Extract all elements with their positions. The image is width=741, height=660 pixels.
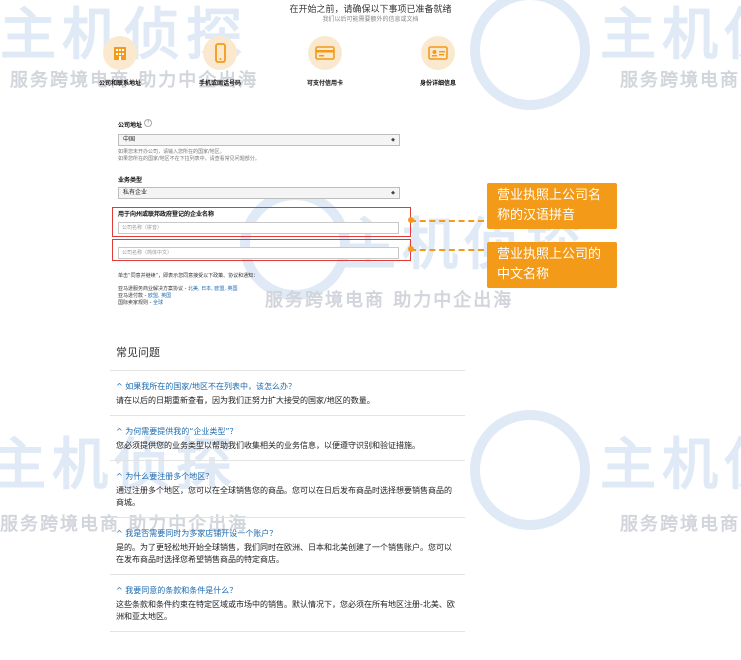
step-label: 公司和联系地址 — [98, 80, 141, 87]
step-company-address: 公司和联系地址 — [80, 36, 160, 87]
step-credit-card: 可支付信用卡 — [285, 36, 365, 87]
business-type-label: 业务类型 — [118, 177, 143, 184]
chevron-up-icon: ^ — [116, 529, 126, 538]
company-address-section: 公司地址? — [118, 112, 408, 131]
faq-question[interactable]: ^ 为何需要提供我的“企业类型”？ — [116, 426, 459, 437]
watermark-brand-bottom-right: 主机侦探 — [600, 433, 741, 498]
connector-dot-chinese — [408, 246, 414, 252]
connector-dot-pinyin — [408, 217, 414, 223]
agreement-3-links[interactable]: 全球 — [153, 300, 163, 306]
faq-question[interactable]: ^ 我要同意的条款和条件是什么？ — [116, 585, 459, 596]
company-address-select[interactable]: 中国 ◆ — [118, 134, 400, 146]
business-type-value: 私有企业 — [123, 189, 148, 196]
business-type-select[interactable]: 私有企业 ◆ — [118, 187, 400, 199]
faq-answer: 您必须提供您的业务类型以帮助我们收集相关的业务信息，以便遵守识别和验证措施。 — [116, 441, 420, 450]
connector-pinyin — [410, 220, 484, 222]
callout-chinese: 营业执照上公司的中文名称 — [487, 242, 617, 288]
faq-answer: 是的。为了更轻松地开始全球销售，我们同时在欧洲、日本和北美创建了一个销售账户。您… — [116, 543, 452, 564]
agreement-1-prefix: 亚马逊服务商业解决方案协议 - — [118, 286, 188, 292]
faq-question-text: 为什么要注册多个地区？ — [125, 472, 214, 481]
agreement-text: 单击“同意并继续”，即表示您同意接受以下政策、协议和通知： — [118, 273, 259, 279]
chevron-up-icon: ^ — [116, 586, 126, 595]
agreement-1-links[interactable]: 北美, 日本, 欧盟, 英国 — [188, 286, 238, 292]
chevron-up-icon: ^ — [116, 472, 126, 481]
faq-question[interactable]: ^ 我是否需要同时为多家店铺开设一个账户？ — [116, 528, 459, 539]
agreement-line-3: 国际卖家规则 - 全球 — [118, 300, 408, 307]
watermark-logo-bottom-right — [470, 410, 590, 530]
faq-item[interactable]: ^ 我是否需要同时为多家店铺开设一个账户？ 是的。为了更轻松地开始全球销售，我们… — [110, 518, 465, 575]
highlight-pinyin-field — [112, 207, 411, 237]
connector-chinese — [410, 249, 484, 251]
step-label: 手机或固话号码 — [198, 80, 241, 87]
agreement-3-prefix: 国际卖家规则 - — [118, 300, 153, 306]
select-arrow-icon: ◆ — [391, 190, 395, 196]
faq-answer: 这些条款和条件约束在特定区域或市场中的销售。默认情况下，您必须在所有地区注册-北… — [116, 600, 455, 621]
id-card-icon — [421, 36, 455, 70]
agreement-line-1: 亚马逊服务商业解决方案协议 - 北美, 日本, 欧盟, 英国 — [118, 286, 408, 293]
company-address-value: 中国 — [123, 136, 136, 143]
faq-question[interactable]: ^ 为什么要注册多个地区？ — [116, 471, 459, 482]
watermark-slogan-bottom-right: 服务跨境电商 助力中企出海 — [620, 514, 741, 535]
faq-question-text: 如果我所在的国家/地区不在列表中，该怎么办？ — [125, 382, 296, 391]
requirements-steps: 公司和联系地址 手机或固话号码 可支付信用卡 身份详细信息 — [80, 36, 480, 96]
faq-item[interactable]: ^ 我要同意的条款和条件是什么？ 这些条款和条件约束在特定区域或市场中的销售。默… — [110, 575, 465, 632]
building-icon — [103, 36, 137, 70]
faq-answer: 请在以后的日期重新查看，因为我们正努力扩大接受的国家/地区的数量。 — [116, 396, 375, 405]
faq-answer: 通过注册多个地区，您可以在全球销售您的商品。您可以在日后发布商品时选择想要销售商… — [116, 486, 452, 507]
faq-section: 常见问题 ^ 如果我所在的国家/地区不在列表中，该怎么办？ 请在以后的日期重新查… — [110, 336, 465, 632]
company-address-label: 公司地址 — [118, 122, 143, 129]
watermark-slogan-top-right: 服务跨境电商 助力中企出海 — [620, 70, 741, 91]
select-arrow-icon: ◆ — [391, 137, 395, 143]
step-identity: 身份详细信息 — [398, 36, 478, 87]
credit-card-icon — [308, 36, 342, 70]
faq-item[interactable]: ^ 为什么要注册多个地区？ 通过注册多个地区，您可以在全球销售您的商品。您可以在… — [110, 461, 465, 518]
chevron-up-icon: ^ — [116, 427, 126, 436]
step-phone: 手机或固话号码 — [180, 36, 260, 87]
highlight-chinese-field — [112, 239, 411, 261]
faq-question-text: 我是否需要同时为多家店铺开设一个账户？ — [125, 529, 278, 538]
faq-question[interactable]: ^ 如果我所在的国家/地区不在列表中，该怎么办？ — [116, 381, 459, 392]
agreement-2-links[interactable]: 欧盟, 英国 — [148, 293, 171, 299]
address-hint-1: 如果您未开办公司，请输入您所在的国家/地区。 — [118, 149, 225, 155]
help-icon[interactable]: ? — [144, 118, 153, 127]
chevron-up-icon: ^ — [116, 382, 126, 391]
callout-pinyin: 营业执照上公司名称的汉语拼音 — [487, 183, 617, 229]
step-label: 身份详细信息 — [419, 80, 456, 87]
page-subtitle: 我们以后可能需要额外的信息或文档 — [322, 16, 419, 23]
faq-item[interactable]: ^ 如果我所在的国家/地区不在列表中，该怎么办？ 请在以后的日期重新查看，因为我… — [110, 371, 465, 416]
faq-question-text: 我要同意的条款和条件是什么？ — [125, 586, 238, 595]
agreement-line-2: 亚马逊付款 - 欧盟, 英国 — [118, 293, 408, 300]
phone-icon — [203, 36, 237, 70]
faq-item[interactable]: ^ 为何需要提供我的“企业类型”？ 您必须提供您的业务类型以帮助我们收集相关的业… — [110, 416, 465, 461]
address-hint-2: 如果您所在的国家/地区不在下拉列表中，请查看常见问题部分。 — [118, 156, 260, 162]
agreement-2-prefix: 亚马逊付款 - — [118, 293, 148, 299]
step-label: 可支付信用卡 — [306, 80, 343, 87]
faq-question-text: 为何需要提供我的“企业类型”？ — [125, 427, 238, 436]
faq-title: 常见问题 — [110, 336, 465, 371]
